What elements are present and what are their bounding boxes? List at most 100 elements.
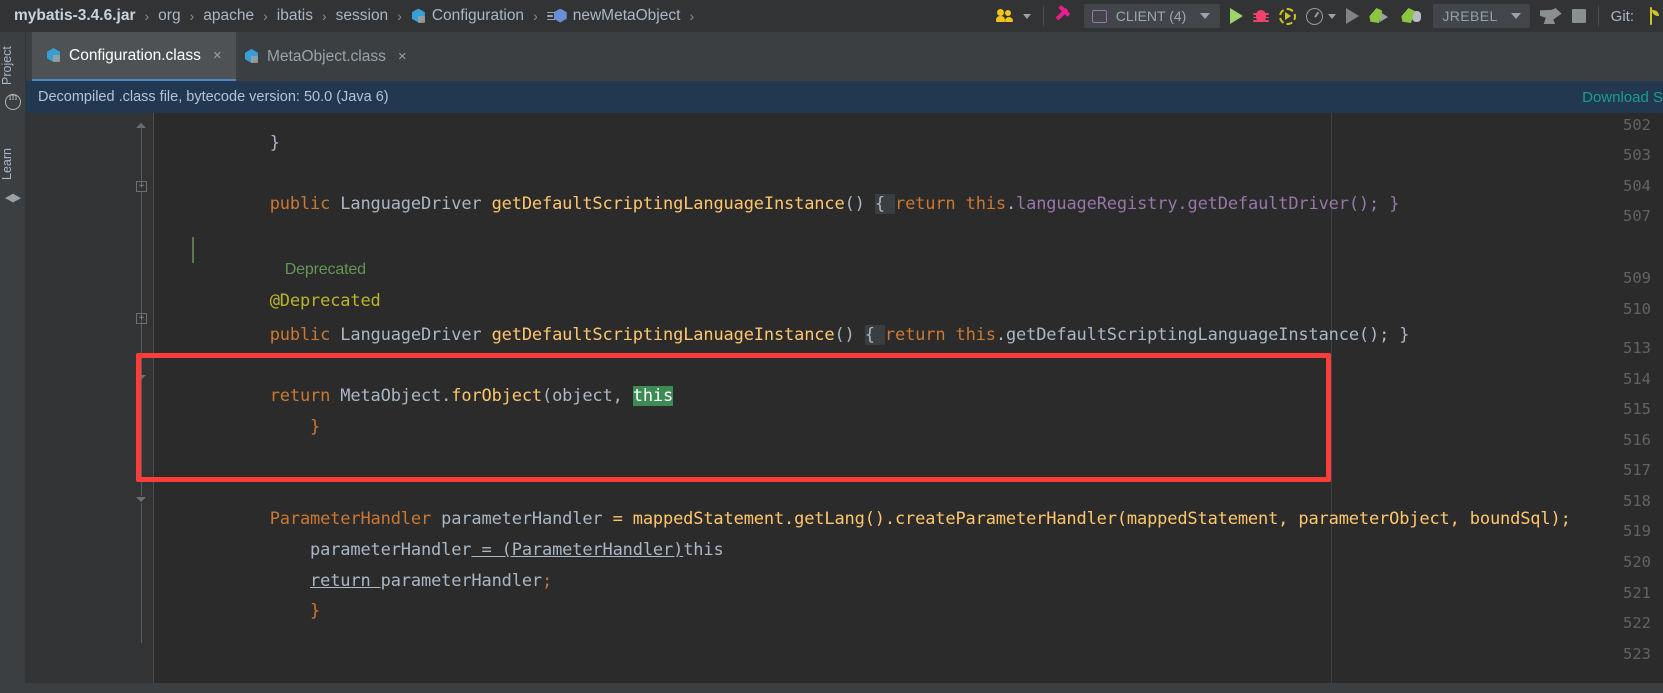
breadcrumb-separator: ›: [263, 8, 268, 24]
code-line-504: public LanguageDriver getDefaultScriptin…: [189, 174, 1399, 234]
breadcrumb-label: ibatis: [276, 7, 313, 24]
tab-metaobject-class[interactable]: MetaObject.class ×: [230, 32, 421, 81]
breadcrumb: mybatis-3.4.6.jar › org › apache › ibati…: [0, 0, 703, 32]
breadcrumb-item-newmetaobject[interactable]: newMetaObject: [546, 7, 681, 25]
chevron-down-icon: [1328, 13, 1337, 19]
fold-expand-icon[interactable]: +: [136, 181, 147, 192]
download-sources-link[interactable]: Download S: [1582, 89, 1663, 106]
left-tool-strip: Project Learn: [0, 32, 26, 693]
code-text-area[interactable]: } public LanguageDriver getDefaultScript…: [154, 113, 1663, 693]
jrebel-run-button[interactable]: [1364, 0, 1396, 32]
chevron-down-icon: [1022, 13, 1031, 19]
breadcrumb-label: org: [158, 7, 181, 24]
code-line-510: public LanguageDriver getDefaultScriptin…: [189, 305, 1409, 365]
breadcrumb-item-configuration[interactable]: Configuration: [411, 7, 524, 25]
run-button[interactable]: [1225, 0, 1248, 32]
code-token: getDefaultScriptingLanguageInstance: [491, 194, 845, 214]
jrebel-label: JREBEL: [1442, 8, 1498, 24]
chevron-down-icon: [1510, 13, 1521, 19]
fold-connector-line: [141, 127, 142, 183]
anvil-button[interactable]: [1535, 0, 1567, 32]
anvil-icon: [1539, 8, 1562, 24]
debug-button[interactable]: [1248, 0, 1274, 32]
tool-window-button-learn[interactable]: Learn: [0, 140, 26, 188]
close-icon[interactable]: ×: [398, 48, 407, 65]
code-token: {: [864, 325, 885, 345]
code-with-me-button[interactable]: [991, 0, 1036, 32]
jrebel-debug-button[interactable]: [1396, 0, 1428, 32]
app-window-icon: [1091, 9, 1107, 23]
breadcrumb-item-jar[interactable]: mybatis-3.4.6.jar: [14, 7, 135, 25]
rerun-debug-button[interactable]: [1274, 0, 1301, 32]
breadcrumb-label: Configuration: [431, 7, 525, 24]
code-token: (object,: [542, 386, 633, 406]
matching-brace-highlight: this: [632, 386, 674, 406]
class-icon: [411, 9, 426, 24]
breadcrumb-separator: ›: [189, 8, 195, 24]
maven-icon[interactable]: [5, 91, 21, 110]
method-icon: [546, 9, 567, 24]
idea-window: mybatis-3.4.6.jar › org › apache › ibati…: [0, 0, 1663, 693]
git-branch-button[interactable]: [1639, 0, 1663, 32]
code-token: (): [844, 194, 875, 214]
notification-text: Decompiled .class file, bytecode version…: [38, 89, 389, 105]
hammer-icon: [1055, 4, 1074, 25]
chevron-down-icon: [1200, 13, 1211, 19]
fold-marker-column[interactable]: [124, 113, 154, 693]
code-token: MetaObject.: [340, 386, 452, 406]
editor-gutter[interactable]: [26, 113, 124, 693]
breadcrumb-item-session[interactable]: session: [336, 7, 389, 25]
code-token: LanguageDriver: [340, 325, 492, 345]
class-file-icon: [46, 48, 61, 63]
code-token: ;: [542, 571, 553, 591]
breadcrumb-label: apache: [203, 7, 255, 24]
code-token: return: [895, 194, 966, 214]
code-token: .getDefaultDriver(); }: [1177, 194, 1400, 214]
run-icon: [1230, 8, 1244, 24]
breadcrumb-label: session: [335, 7, 389, 24]
main-toolbar: CLIENT (4) JREBEL Git:: [991, 0, 1663, 32]
tab-label: Configuration.class: [69, 46, 201, 64]
bottom-tool-strip: [0, 683, 1663, 693]
code-token: .: [1005, 194, 1017, 214]
code-token: = mappedStatement.getLang().createParame…: [602, 509, 1571, 529]
build-project-button[interactable]: [1051, 0, 1079, 32]
run-grey-icon: [1346, 8, 1360, 24]
breadcrumb-separator: ›: [689, 8, 695, 24]
code-token: return: [884, 325, 956, 345]
run-configuration-label: CLIENT (4): [1115, 8, 1187, 24]
code-token: LanguageDriver: [340, 194, 492, 214]
learn-graduation-icon[interactable]: [5, 193, 21, 203]
toolbar-divider: [1042, 6, 1044, 26]
run-configuration-selector[interactable]: CLIENT (4): [1079, 0, 1226, 32]
fold-connector-line: [141, 381, 142, 496]
code-token: this: [955, 325, 996, 345]
close-icon[interactable]: ×: [213, 47, 222, 64]
fold-expand-icon[interactable]: +: [136, 313, 147, 324]
git-branch-icon: [1644, 7, 1659, 25]
profiler-button[interactable]: [1301, 0, 1341, 32]
stop-button[interactable]: [1567, 0, 1591, 32]
code-token: }: [310, 417, 321, 437]
code-token: .getDefaultScriptingLanguageInstance(); …: [995, 325, 1410, 345]
code-line-502: }: [189, 113, 280, 173]
breadcrumb-item-apache[interactable]: apache: [203, 7, 254, 25]
jrebel-selector[interactable]: JREBEL: [1428, 0, 1534, 32]
git-label: Git:: [1610, 7, 1634, 25]
breadcrumb-separator: ›: [321, 8, 327, 24]
tab-configuration-class[interactable]: Configuration.class ×: [32, 32, 236, 81]
breadcrumb-label: newMetaObject: [572, 7, 681, 24]
tool-window-button-project[interactable]: Project: [0, 38, 26, 94]
git-widget[interactable]: Git:: [1606, 0, 1639, 32]
code-token: }: [269, 133, 280, 153]
jrebel-run-icon: [1369, 7, 1391, 25]
run-secondary-button[interactable]: [1341, 0, 1364, 32]
breadcrumb-item-ibatis[interactable]: ibatis: [277, 7, 313, 25]
toolbar-divider: [1597, 6, 1599, 26]
breadcrumb-separator: ›: [533, 8, 538, 24]
tab-label: MetaObject.class: [267, 47, 386, 65]
code-editor[interactable]: 502 503 504 507 509 510 513 514 515 516 …: [26, 113, 1663, 693]
breadcrumb-item-org[interactable]: org: [158, 7, 180, 25]
code-token: this: [965, 194, 1006, 214]
